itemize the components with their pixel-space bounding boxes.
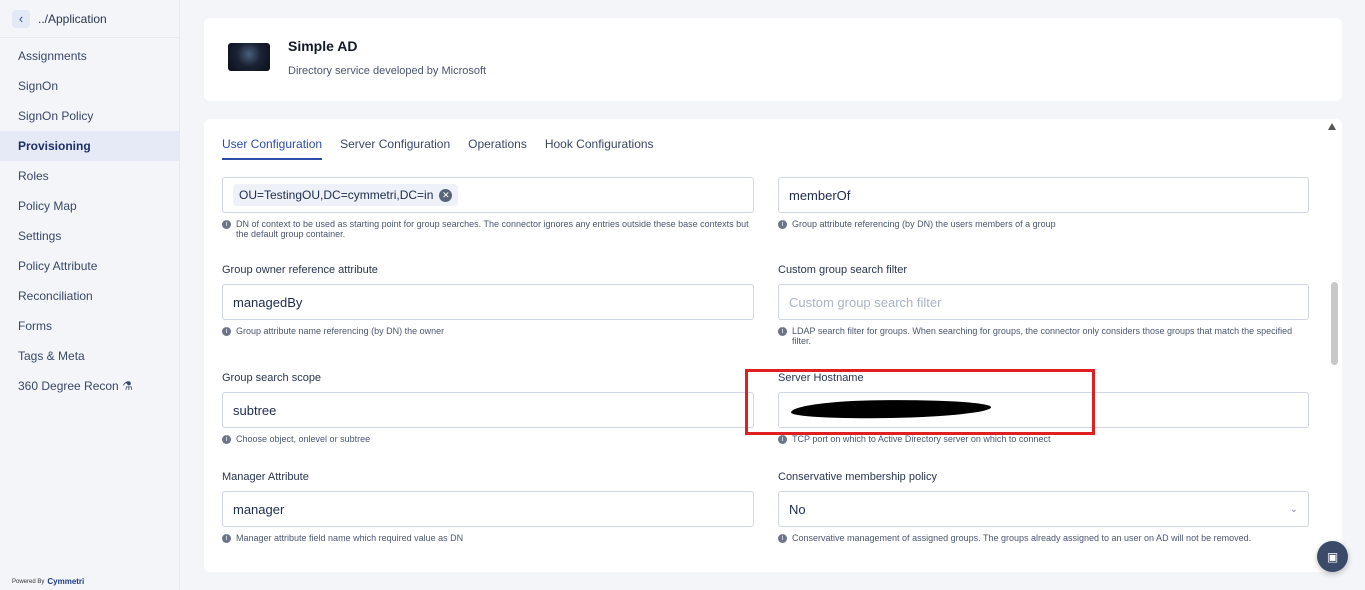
sidebar-item-policy-map[interactable]: Policy Map (0, 191, 179, 221)
sidebar-item-policy-attribute[interactable]: Policy Attribute (0, 251, 179, 281)
chevron-left-icon[interactable]: ‹ (12, 9, 30, 28)
help-text: i DN of context to be used as starting p… (222, 219, 754, 239)
field-label: Server Hostname (778, 372, 864, 384)
help-text-content: Manager attribute field name which requi… (236, 533, 464, 543)
group-owner-ref-input[interactable]: managedBy (222, 284, 754, 320)
brand-logo: Cymmetri (47, 577, 85, 586)
info-icon: i (778, 220, 787, 229)
sidebar-item-settings[interactable]: Settings (0, 221, 179, 251)
tab-user-configuration[interactable]: User Configuration (222, 137, 323, 160)
info-icon: i (778, 435, 787, 444)
group-search-scope-input[interactable]: subtree (222, 392, 754, 428)
sidebar-item-signon-policy[interactable]: SignOn Policy (0, 101, 179, 131)
sidebar-item-provisioning[interactable]: Provisioning (0, 131, 179, 161)
provisioning-card: User Configuration Server Configuration … (204, 119, 1342, 572)
scroll-up-arrow-icon[interactable] (1328, 123, 1336, 130)
redaction-mark (790, 398, 992, 420)
manager-attr-input[interactable]: manager (222, 491, 754, 527)
chip-remove-icon[interactable]: ✕ (439, 188, 453, 202)
sidebar-item-reconciliation[interactable]: Reconciliation (0, 281, 179, 311)
field-label: Manager Attribute (222, 471, 309, 483)
help-text-content: DN of context to be used as starting poi… (236, 219, 749, 239)
chip-label: OU=TestingOU,DC=cymmetri,DC=in (239, 188, 434, 202)
conservative-policy-field: Conservative membership policy No ⌄ i Co… (778, 471, 1309, 543)
sidebar-item-roles[interactable]: Roles (0, 161, 179, 191)
info-icon: i (222, 327, 231, 336)
chevron-down-icon: ⌄ (1289, 503, 1298, 515)
sidebar-item-tags-meta[interactable]: Tags & Meta (0, 341, 179, 371)
field-label: Group search scope (222, 372, 322, 384)
tab-server-configuration[interactable]: Server Configuration (340, 137, 450, 160)
help-text-content: Group attribute referencing (by DN) the … (792, 219, 1056, 229)
help-text: i Group attribute referencing (by DN) th… (778, 219, 1309, 229)
sidebar-nav: Assignments SignOn SignOn Policy Provisi… (0, 41, 179, 401)
app-logo (228, 43, 270, 71)
help-text: i Choose object, onlevel or subtree (222, 434, 754, 444)
sidebar-item-forms[interactable]: Forms (0, 311, 179, 341)
manager-attr-field: Manager Attribute manager i Manager attr… (222, 471, 754, 543)
help-text-content: TCP port on which to Active Directory se… (792, 434, 1051, 444)
app-header-card: Simple AD Directory service developed by… (204, 18, 1342, 101)
help-text-content: Group attribute name referencing (by DN)… (236, 326, 445, 336)
help-text: i Manager attribute field name which req… (222, 533, 754, 543)
help-text: i TCP port on which to Active Directory … (778, 434, 1309, 444)
group-owner-ref-field: Group owner reference attribute managedB… (222, 264, 754, 336)
base-context-chip: OU=TestingOU,DC=cymmetri,DC=in ✕ (233, 184, 459, 206)
help-text: i Conservative management of assigned gr… (778, 533, 1309, 543)
sidebar-item-360-recon[interactable]: 360 Degree Recon ⚗ (0, 371, 179, 401)
info-icon: i (222, 435, 231, 444)
help-text-content: Conservative management of assigned grou… (792, 533, 1252, 543)
info-icon: i (222, 534, 231, 543)
group-base-context-input[interactable]: OU=TestingOU,DC=cymmetri,DC=in ✕ (222, 177, 754, 213)
scrollbar-thumb[interactable] (1331, 282, 1338, 365)
conservative-policy-select[interactable]: No ⌄ (778, 491, 1309, 527)
info-icon: i (222, 220, 231, 229)
group-search-scope-field: Group search scope subtree i Choose obje… (222, 372, 754, 444)
app-title: Simple AD (288, 38, 358, 54)
sidebar: ‹ ../Application Assignments SignOn Sign… (0, 0, 180, 590)
field-label: Group owner reference attribute (222, 264, 378, 276)
tab-hook-configurations[interactable]: Hook Configurations (545, 137, 654, 160)
help-text-content: LDAP search filter for groups. When sear… (792, 326, 1293, 346)
help-text: i Group attribute name referencing (by D… (222, 326, 754, 336)
sidebar-item-signon[interactable]: SignOn (0, 71, 179, 101)
field-label: Conservative membership policy (778, 471, 937, 483)
info-icon: i (778, 327, 787, 336)
app-subtitle: Directory service developed by Microsoft (288, 65, 487, 77)
group-member-attr-input[interactable]: memberOf (778, 177, 1309, 213)
back-link[interactable]: ‹ ../Application (0, 0, 179, 38)
field-label: Custom group search filter (778, 264, 907, 276)
powered-by: Powered By Cymmetri (12, 577, 84, 586)
custom-group-filter-input[interactable]: Custom group search filter (778, 284, 1309, 320)
server-hostname-input[interactable] (778, 392, 1309, 428)
custom-group-filter-field: Custom group search filter Custom group … (778, 264, 1309, 346)
sidebar-item-assignments[interactable]: Assignments (0, 41, 179, 71)
tab-operations[interactable]: Operations (468, 137, 527, 160)
back-label: ../Application (38, 11, 107, 26)
help-book-icon[interactable]: ▣ (1317, 541, 1348, 572)
tab-bar: User Configuration Server Configuration … (222, 137, 654, 160)
powered-by-label: Powered By (12, 578, 45, 585)
select-value: No (789, 501, 806, 517)
server-hostname-field: Server Hostname i TCP port on which to A… (778, 372, 1309, 444)
group-member-attr-field: memberOf i Group attribute referencing (… (778, 177, 1309, 229)
help-text-content: Choose object, onlevel or subtree (236, 434, 371, 444)
group-base-context-field: OU=TestingOU,DC=cymmetri,DC=in ✕ i DN of… (222, 177, 754, 239)
help-text: i LDAP search filter for groups. When se… (778, 326, 1309, 346)
info-icon: i (778, 534, 787, 543)
